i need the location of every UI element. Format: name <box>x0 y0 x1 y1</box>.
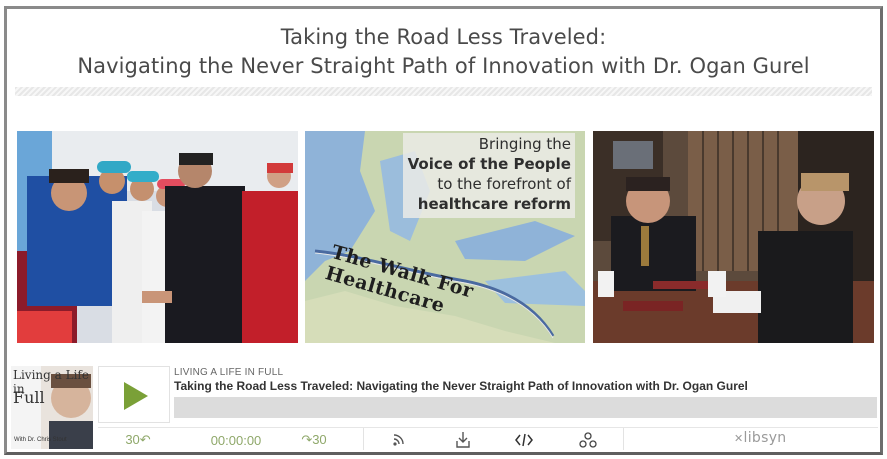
embed-code-icon <box>515 433 533 447</box>
map-caption-line4: healthcare reform <box>417 195 571 213</box>
page-title-line1: Taking the Road Less Traveled: <box>280 25 607 49</box>
podcast-cover-art: Living a Life in Full With Dr. Chris Sto… <box>11 366 93 449</box>
rss-icon <box>393 434 404 446</box>
play-button[interactable] <box>98 366 170 423</box>
controls-divider <box>363 428 364 450</box>
photo-handshake <box>17 131 298 343</box>
show-name: LIVING A LIFE IN FULL <box>174 367 284 378</box>
time-display: 00:00:00 <box>210 432 262 448</box>
download-icon <box>456 432 470 448</box>
share-button[interactable] <box>578 431 598 449</box>
map-caption-line1: Bringing the <box>478 135 571 153</box>
map-caption-line2: Voice of the People <box>407 155 571 173</box>
download-button[interactable] <box>453 431 473 449</box>
libsyn-logo-icon: ✕ <box>734 432 744 445</box>
forward-30-button[interactable]: ↷30 <box>294 430 334 450</box>
map-caption: Bringing the Voice of the People to the … <box>403 133 575 218</box>
libsyn-brand-text: libsyn <box>743 430 787 446</box>
page-title-line2: Navigating the Never Straight Path of In… <box>77 54 810 78</box>
share-icon <box>579 432 597 448</box>
podcast-player: Living a Life in Full With Dr. Chris Sto… <box>7 361 886 455</box>
cover-credit: With Dr. Chris Stout <box>14 437 67 443</box>
photo-interview <box>593 131 874 343</box>
rss-button[interactable] <box>390 431 410 449</box>
progress-bar[interactable] <box>174 397 877 418</box>
rewind-30-button[interactable]: 30↶ <box>118 430 158 450</box>
player-controls: 30↶ 00:00:00 ↷30 ✕libsyn <box>98 427 878 451</box>
play-icon <box>124 382 148 410</box>
cover-title-line2: Full <box>13 388 45 407</box>
episode-title[interactable]: Taking the Road Less Traveled: Navigatin… <box>174 379 748 393</box>
title-divider <box>15 87 872 96</box>
photo-map: Bringing the Voice of the People to the … <box>305 131 585 343</box>
page-title: Taking the Road Less Traveled: Navigatin… <box>7 23 880 81</box>
page-frame: Taking the Road Less Traveled: Navigatin… <box>4 6 883 455</box>
embed-button[interactable] <box>514 431 534 449</box>
libsyn-brand[interactable]: ✕libsyn <box>734 430 786 446</box>
map-caption-line3: to the forefront of <box>437 175 571 193</box>
controls-divider <box>623 428 624 450</box>
